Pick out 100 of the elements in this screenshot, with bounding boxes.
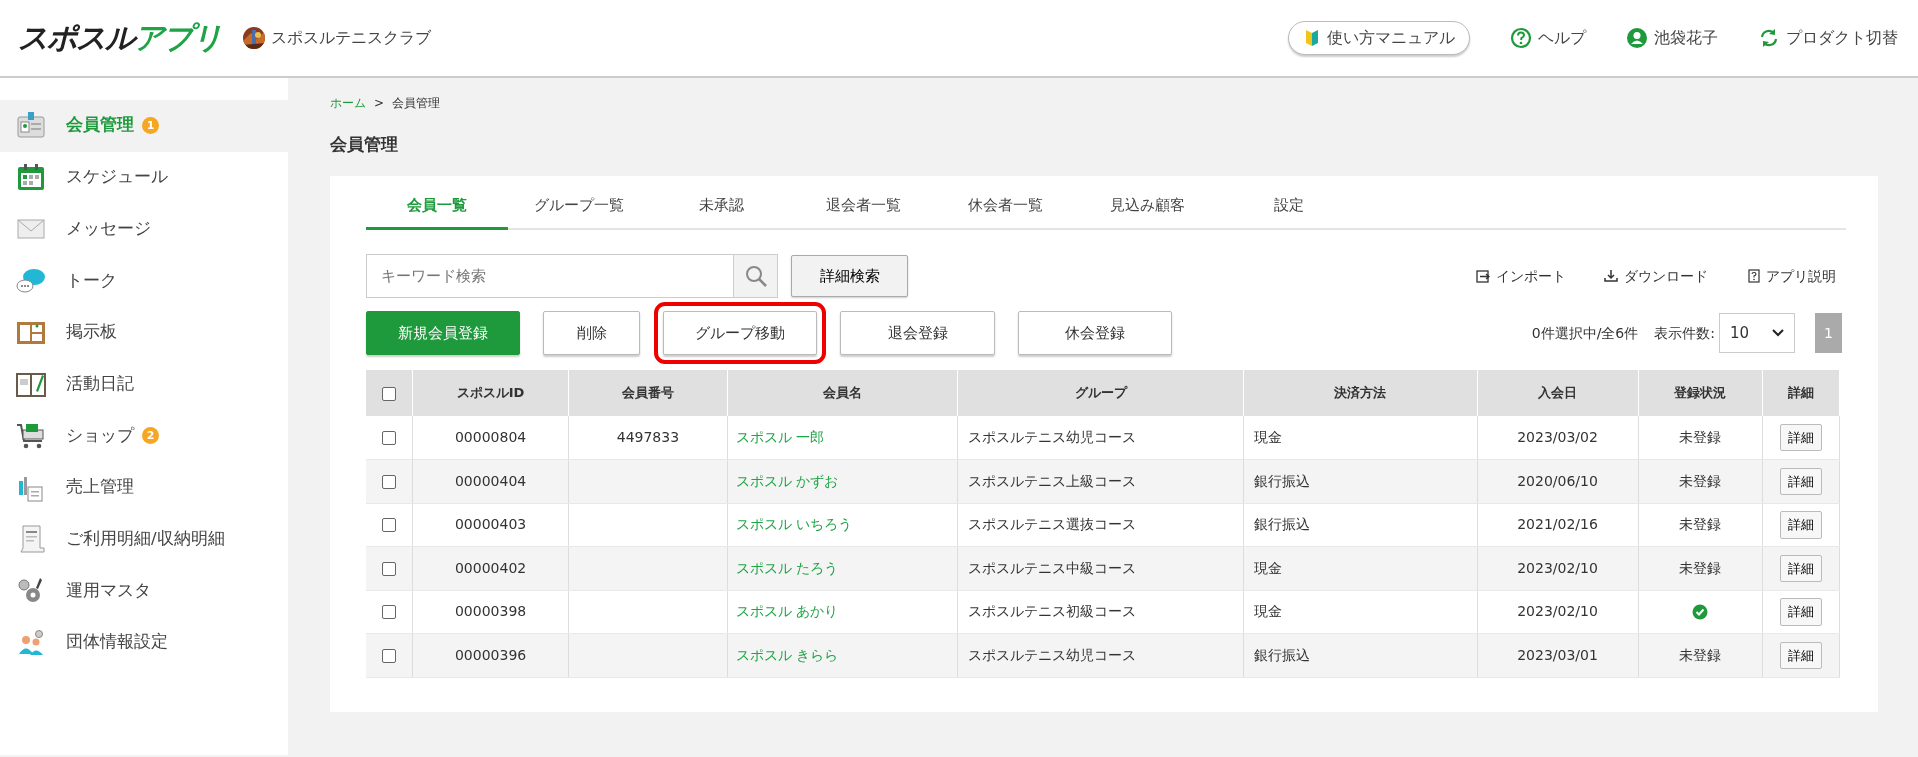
sidebar-label: スケジュール: [66, 166, 168, 189]
table-cell: スポスルテニス幼児コース: [968, 646, 1137, 663]
page-size-select[interactable]: 10: [1719, 313, 1795, 353]
table-cell: 4497833: [616, 429, 680, 445]
detail-button[interactable]: 詳細: [1780, 641, 1823, 669]
detail-search-button[interactable]: 詳細検索: [791, 255, 908, 297]
detail-button[interactable]: 詳細: [1780, 467, 1823, 495]
column-header: グループ: [957, 370, 1244, 416]
help-link[interactable]: アプリ説明: [1746, 265, 1836, 287]
table-cell: スポスルテニス初級コース: [968, 603, 1137, 620]
import-icon: [1476, 269, 1490, 283]
tab[interactable]: 未承認: [650, 181, 792, 230]
sidebar-label: ご利用明細/収納明細: [66, 527, 225, 550]
row-checkbox[interactable]: [382, 518, 397, 533]
table-cell: 00000396: [454, 646, 527, 663]
table-cell: 2020/06/10: [1517, 472, 1598, 489]
sidebar-item[interactable]: 運用マスタ: [0, 565, 288, 617]
sidebar-label: 会員管理: [66, 114, 134, 137]
sidebar-item[interactable]: トーク: [0, 255, 288, 307]
row-checkbox[interactable]: [382, 561, 397, 576]
status-text: 未登録: [1679, 472, 1722, 489]
id-card-icon: [16, 110, 46, 141]
sidebar-item[interactable]: 掲示板: [0, 306, 288, 359]
table-cell: スポスルテニス中級コース: [968, 559, 1137, 576]
detail-button[interactable]: 詳細: [1780, 554, 1823, 582]
download-icon: [1604, 269, 1618, 283]
help-icon: [1746, 269, 1760, 283]
row-checkbox[interactable]: [382, 648, 397, 663]
row-checkbox[interactable]: [382, 474, 397, 489]
help-link[interactable]: ヘルプ: [1510, 26, 1586, 50]
table-cell: 2023/02/10: [1517, 603, 1598, 620]
download-link[interactable]: ダウンロード: [1604, 265, 1708, 287]
sidebar-item[interactable]: ご利用明細/収納明細: [0, 513, 288, 566]
table-cell: 00000403: [454, 516, 527, 533]
table-cell: 2023/02/10: [1517, 559, 1598, 576]
breadcrumb-current: 会員管理: [392, 95, 441, 112]
action-button[interactable]: 新規会員登録: [366, 311, 520, 355]
column-header: 入会日: [1477, 370, 1638, 416]
chevron-down-icon: [1772, 329, 1784, 337]
table-cell: 00000804: [454, 429, 527, 445]
table-cell: 現金: [1253, 559, 1282, 576]
status-text: 未登録: [1679, 429, 1722, 445]
table-cell: 00000398: [454, 603, 527, 620]
refresh-icon: [1758, 27, 1780, 49]
calendar-icon: [16, 162, 46, 193]
column-header: 会員番号: [568, 370, 728, 416]
table-cell: スポスルテニス選抜コース: [968, 516, 1137, 533]
page-title: 会員管理: [330, 133, 399, 156]
manual-button[interactable]: 使い方マニュアル: [1288, 21, 1470, 55]
row-checkbox[interactable]: [382, 605, 397, 620]
sidebar-label: 掲示板: [66, 321, 117, 344]
sidebar-label: 売上管理: [66, 476, 134, 499]
tab[interactable]: 見込み顧客: [1076, 181, 1218, 230]
row-checkbox[interactable]: [382, 431, 397, 445]
table-cell: スポスルテニス上級コース: [968, 472, 1137, 489]
help-icon: [1510, 27, 1532, 49]
sidebar-item[interactable]: 活動日記: [0, 358, 288, 411]
table-cell: 2021/02/16: [1517, 516, 1598, 533]
tab[interactable]: 設定: [1218, 181, 1360, 230]
sidebar-label: 運用マスタ: [66, 579, 151, 602]
tab[interactable]: グループ一覧: [508, 181, 650, 230]
sidebar-item[interactable]: メッセージ: [0, 203, 288, 256]
action-button[interactable]: 退会登録: [840, 311, 995, 355]
club-name: スポスルテニスクラブ: [271, 27, 431, 49]
select-all-checkbox[interactable]: [382, 386, 397, 401]
tab[interactable]: 休会者一覧: [934, 181, 1076, 230]
sidebar-item[interactable]: ショップ 2: [0, 410, 288, 462]
detail-button[interactable]: 詳細: [1780, 423, 1823, 452]
sidebar-item[interactable]: 売上管理: [0, 461, 288, 514]
table-cell: 現金: [1253, 429, 1282, 445]
sidebar-label: トーク: [66, 269, 117, 292]
detail-button[interactable]: 詳細: [1780, 511, 1823, 539]
table-cell: 00000402: [454, 559, 527, 576]
detail-button[interactable]: 詳細: [1780, 598, 1823, 626]
search-field[interactable]: キーワード検索: [366, 254, 733, 298]
table-cell: 銀行振込: [1253, 516, 1310, 533]
user-menu[interactable]: 池袋花子: [1626, 26, 1718, 50]
table-cell: スポスルテニス幼児コース: [968, 429, 1137, 445]
sidebar-label: メッセージ: [66, 217, 151, 240]
tab[interactable]: 会員一覧: [366, 181, 508, 230]
count-badge: 1: [142, 117, 159, 135]
product-switch-link[interactable]: プロダクト切替: [1758, 26, 1898, 50]
column-header: 登録状況: [1638, 370, 1763, 416]
import-link[interactable]: インポート: [1476, 265, 1566, 287]
search-icon: [743, 264, 768, 288]
status-text: 未登録: [1679, 646, 1722, 663]
table-cell: 銀行振込: [1253, 472, 1310, 489]
column-header: スポスルID: [412, 370, 569, 416]
status-text: 未登録: [1679, 516, 1722, 533]
sidebar-item[interactable]: スケジュール: [0, 151, 288, 204]
tab[interactable]: 退会者一覧: [792, 181, 934, 230]
search-button[interactable]: [733, 254, 778, 298]
sidebar-item[interactable]: 団体情報設定: [0, 616, 288, 669]
sidebar-label: 活動日記: [66, 372, 134, 395]
action-button[interactable]: 休会登録: [1018, 311, 1172, 355]
count-badge: 2: [142, 427, 159, 445]
table-cell: 銀行振込: [1253, 646, 1310, 663]
action-button[interactable]: 削除: [543, 311, 640, 355]
table-cell: 00000404: [454, 472, 527, 489]
table-cell: 2023/03/02: [1517, 429, 1598, 445]
